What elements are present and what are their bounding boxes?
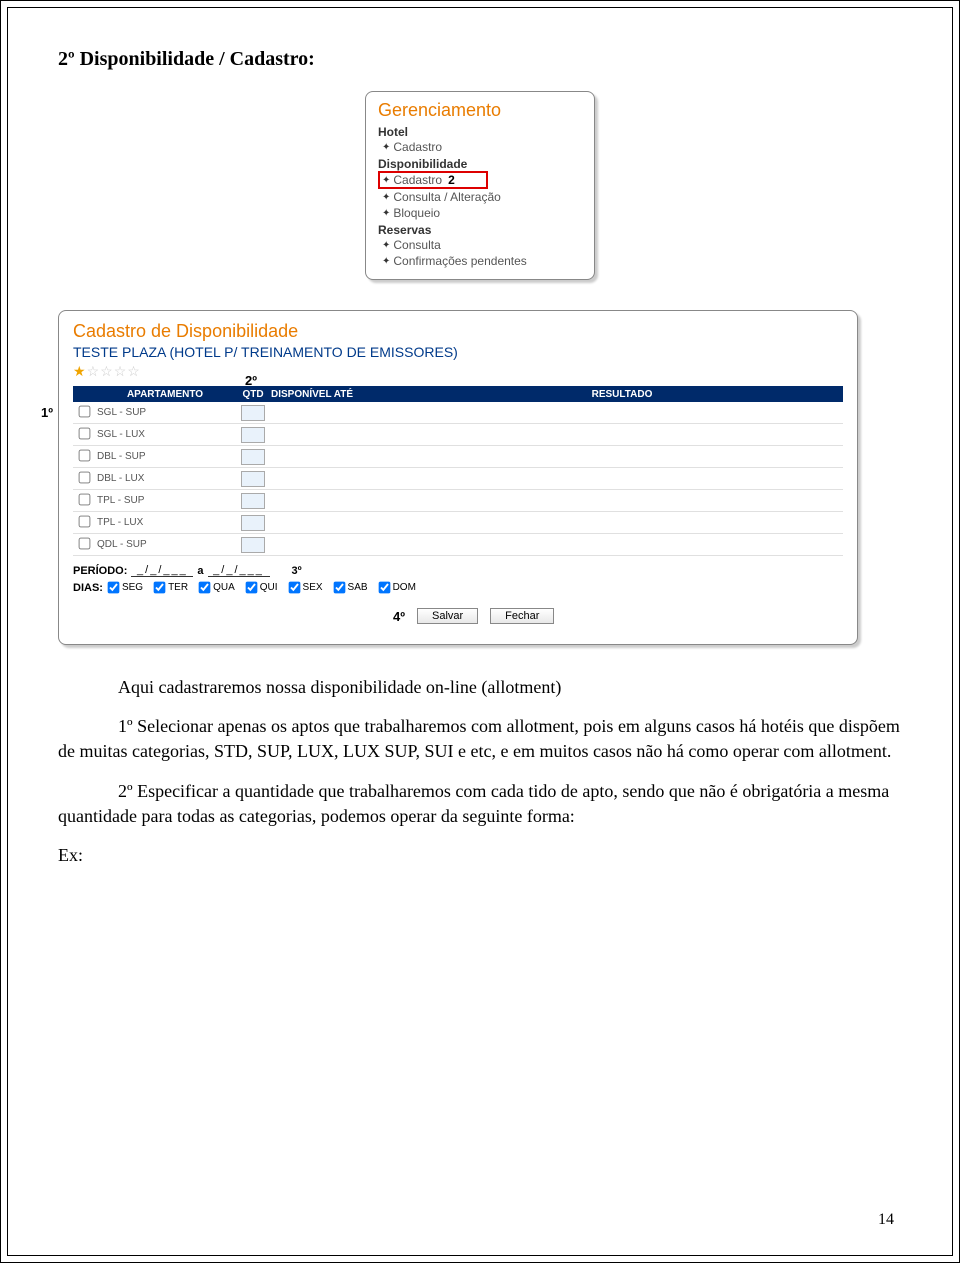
- row-label: TPL - SUP: [95, 495, 235, 506]
- row-checkbox[interactable]: [78, 515, 90, 527]
- day-checkbox[interactable]: [108, 582, 120, 594]
- table-row: TPL - LUX: [73, 512, 843, 534]
- day-checkbox[interactable]: [245, 582, 257, 594]
- star-icon: ☆: [127, 363, 141, 379]
- arrow-icon: ✦: [382, 240, 390, 251]
- menu-item-disp-bloqueio[interactable]: ✦ Bloqueio: [378, 205, 582, 221]
- day-checkbox[interactable]: [154, 582, 166, 594]
- menu-item-label: Consulta / Alteração: [393, 190, 500, 204]
- day-label: SEX: [303, 582, 323, 593]
- menu-item-hotel-cadastro[interactable]: ✦ Cadastro: [378, 139, 582, 155]
- menu-panel: Gerenciamento Hotel ✦ Cadastro Disponibi…: [365, 91, 595, 280]
- arrow-icon: ✦: [382, 142, 390, 153]
- star-icon: ☆: [87, 363, 101, 379]
- table-row: QDL - SUP: [73, 534, 843, 556]
- qtd-input[interactable]: [241, 537, 265, 553]
- period-sep: a: [197, 565, 203, 577]
- menu-item-disp-cadastro[interactable]: ✦ Cadastro 2: [378, 171, 488, 189]
- days-label: DIAS:: [73, 582, 103, 594]
- menu-item-label: Cadastro: [393, 173, 442, 187]
- day-label: DOM: [393, 582, 416, 593]
- row-checkbox[interactable]: [78, 427, 90, 439]
- table-row: DBL - LUX: [73, 468, 843, 490]
- row-label: DBL - SUP: [95, 451, 235, 462]
- form-panel: 1º 2º Cadastro de Disponibilidade TESTE …: [58, 310, 858, 645]
- day-checkbox[interactable]: [378, 582, 390, 594]
- col-resultado: RESULTADO: [401, 389, 843, 400]
- days-row: DIAS: SEG TER QUA QUI SEX SAB DOM: [73, 581, 843, 594]
- period-label: PERÍODO:: [73, 565, 127, 577]
- step-badge: 2: [448, 173, 455, 187]
- row-checkbox[interactable]: [78, 471, 90, 483]
- row-checkbox[interactable]: [78, 537, 90, 549]
- menu-item-disp-consulta[interactable]: ✦ Consulta / Alteração: [378, 189, 582, 205]
- form-title: Cadastro de Disponibilidade: [73, 321, 843, 342]
- menu-item-res-confirmacoes[interactable]: ✦ Confirmações pendentes: [378, 253, 582, 269]
- row-label: SGL - SUP: [95, 407, 235, 418]
- col-qtd: QTD: [235, 389, 271, 400]
- row-label: DBL - LUX: [95, 473, 235, 484]
- page-number: 14: [878, 1211, 894, 1229]
- star-rating: ★☆☆☆☆: [73, 363, 843, 380]
- table-row: DBL - SUP: [73, 446, 843, 468]
- menu-title: Gerenciamento: [378, 100, 582, 121]
- menu-group-reservas: Reservas: [378, 223, 582, 237]
- star-icon: ☆: [100, 363, 114, 379]
- star-icon: ☆: [114, 363, 128, 379]
- menu-item-label: Confirmações pendentes: [393, 254, 526, 268]
- day-label: QUA: [213, 582, 235, 593]
- arrow-icon: ✦: [382, 175, 390, 186]
- table-header: APARTAMENTO QTD DISPONÍVEL ATÉ RESULTADO: [73, 386, 843, 402]
- marker-2: 2º: [245, 373, 257, 388]
- paragraph-1: 1º Selecionar apenas os aptos que trabal…: [58, 714, 902, 764]
- day-checkbox[interactable]: [333, 582, 345, 594]
- arrow-icon: ✦: [382, 256, 390, 267]
- qtd-input[interactable]: [241, 449, 265, 465]
- paragraph-intro: Aqui cadastraremos nossa disponibilidade…: [58, 675, 902, 700]
- row-label: QDL - SUP: [95, 539, 235, 550]
- menu-item-label: Consulta: [393, 238, 440, 252]
- paragraph-2: 2º Especificar a quantidade que trabalha…: [58, 779, 902, 829]
- close-button[interactable]: Fechar: [490, 608, 554, 624]
- menu-item-label: Bloqueio: [393, 206, 440, 220]
- arrow-icon: ✦: [382, 192, 390, 203]
- day-label: TER: [168, 582, 188, 593]
- day-label: SEG: [122, 582, 143, 593]
- marker-1: 1º: [41, 405, 53, 420]
- table-row: TPL - SUP: [73, 490, 843, 512]
- period-row: PERÍODO: _/_/___ a _/_/___ 3º: [73, 564, 843, 577]
- marker-3: 3º: [292, 565, 302, 577]
- menu-group-disponibilidade: Disponibilidade: [378, 157, 582, 171]
- table-row: SGL - LUX: [73, 424, 843, 446]
- day-label: SAB: [348, 582, 368, 593]
- star-icon: ★: [73, 363, 87, 379]
- period-from[interactable]: _/_/___: [131, 564, 193, 577]
- menu-item-label: Cadastro: [393, 140, 442, 154]
- period-to[interactable]: _/_/___: [208, 564, 270, 577]
- qtd-input[interactable]: [241, 405, 265, 421]
- qtd-input[interactable]: [241, 471, 265, 487]
- table-row: SGL - SUP: [73, 402, 843, 424]
- row-label: SGL - LUX: [95, 429, 235, 440]
- qtd-input[interactable]: [241, 493, 265, 509]
- col-disponivel: DISPONÍVEL ATÉ: [271, 389, 401, 400]
- day-checkbox[interactable]: [288, 582, 300, 594]
- marker-4: 4º: [393, 609, 405, 624]
- row-label: TPL - LUX: [95, 517, 235, 528]
- day-label: QUI: [260, 582, 278, 593]
- menu-item-res-consulta[interactable]: ✦ Consulta: [378, 237, 582, 253]
- menu-group-hotel: Hotel: [378, 125, 582, 139]
- arrow-icon: ✦: [382, 208, 390, 219]
- row-checkbox[interactable]: [78, 405, 90, 417]
- col-apartamento: APARTAMENTO: [95, 389, 235, 400]
- qtd-input[interactable]: [241, 427, 265, 443]
- row-checkbox[interactable]: [78, 493, 90, 505]
- qtd-input[interactable]: [241, 515, 265, 531]
- row-checkbox[interactable]: [78, 449, 90, 461]
- hotel-name: TESTE PLAZA (HOTEL P/ TREINAMENTO DE EMI…: [73, 344, 843, 360]
- save-button[interactable]: Salvar: [417, 608, 478, 624]
- paragraph-ex: Ex:: [58, 843, 902, 868]
- section-title: 2º Disponibilidade / Cadastro:: [58, 48, 902, 71]
- day-checkbox[interactable]: [199, 582, 211, 594]
